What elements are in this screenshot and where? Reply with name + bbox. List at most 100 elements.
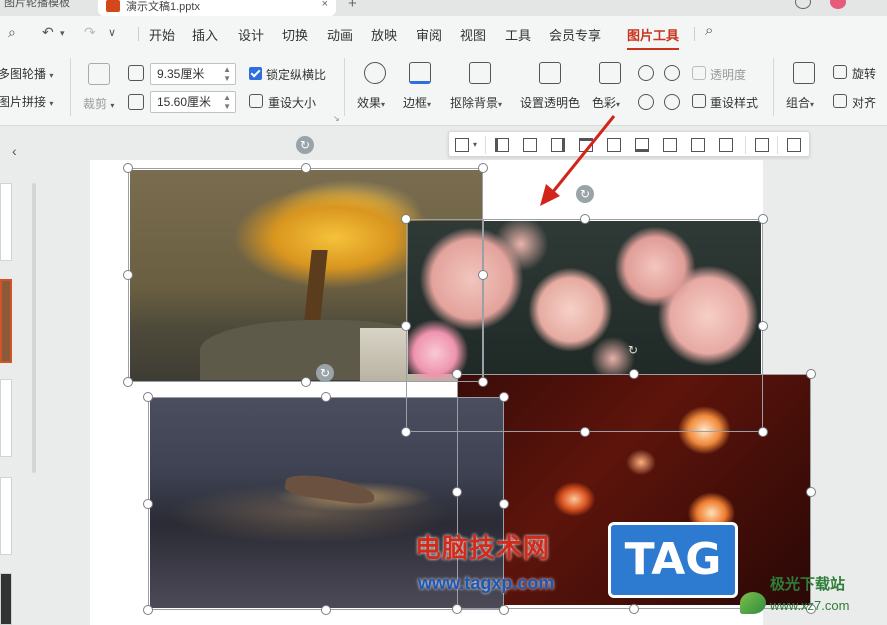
multi-puzzle-button[interactable]: 图片拼接 ▾ <box>0 93 53 110</box>
menu-view[interactable]: 视图 <box>460 25 486 44</box>
width-icon <box>128 65 144 81</box>
resize-handle[interactable] <box>143 605 153 615</box>
tab-document[interactable]: 演示文稿1.pptx × <box>98 0 336 16</box>
collapse-panel-icon[interactable]: ‹ <box>12 143 17 159</box>
resize-handle[interactable] <box>321 392 331 402</box>
resize-handle[interactable] <box>452 486 462 497</box>
redo-icon[interactable]: ↷ <box>84 24 96 41</box>
resize-handle[interactable] <box>478 270 488 280</box>
search-icon[interactable]: ⌕ <box>705 22 713 39</box>
crop-button[interactable]: 裁剪 ▾ <box>83 95 114 112</box>
close-icon[interactable]: × <box>322 0 328 10</box>
slide-thumbnail[interactable] <box>0 477 12 555</box>
align-bottom-icon[interactable] <box>635 138 649 152</box>
align-button[interactable]: 对齐 <box>852 94 876 111</box>
avatar[interactable] <box>830 0 846 9</box>
reset-style-button[interactable]: 重设样式 <box>710 94 758 111</box>
more-arrange-icon[interactable] <box>787 138 801 152</box>
transparency-button[interactable]: 透明度 <box>710 66 746 83</box>
effects-button[interactable]: 效果▾ <box>357 94 385 111</box>
rotate-handle-icon[interactable]: ↻ <box>624 341 642 359</box>
menu-slideshow[interactable]: 放映 <box>371 25 397 44</box>
height-field[interactable]: 15.60厘米 ▲ ▼ <box>150 91 236 113</box>
print-preview-icon[interactable]: ⌕ <box>8 24 16 41</box>
width-field[interactable]: 9.35厘米 ▲ ▼ <box>150 63 236 85</box>
resize-handle[interactable] <box>401 427 411 437</box>
resize-handle[interactable] <box>579 214 590 224</box>
set-transparent-button[interactable]: 设置透明色 <box>520 94 580 111</box>
thumbnail-scrollbar[interactable] <box>32 183 36 473</box>
rotate-handle-icon[interactable]: ↻ <box>296 136 314 154</box>
select-dropdown-icon[interactable]: ▾ <box>473 140 477 149</box>
menu-member[interactable]: 会员专享 <box>549 25 601 44</box>
reset-size-button[interactable]: 重设大小 <box>268 94 316 111</box>
width-stepper[interactable]: ▲ ▼ <box>223 65 231 83</box>
resize-handle[interactable] <box>452 604 462 614</box>
resize-handle[interactable] <box>758 320 768 331</box>
resize-handle[interactable] <box>401 320 411 331</box>
menu-picture-tools[interactable]: 图片工具 <box>627 25 680 50</box>
cloud-icon[interactable] <box>795 0 811 9</box>
menu-transition[interactable]: 切换 <box>282 25 308 44</box>
rotate-handle-icon[interactable]: ↻ <box>316 364 334 382</box>
resize-handle[interactable] <box>123 270 133 280</box>
resize-handle[interactable] <box>758 427 768 437</box>
distribute-horizontal-icon[interactable] <box>663 138 677 152</box>
resize-handle[interactable] <box>758 214 768 224</box>
resize-handle[interactable] <box>143 498 153 509</box>
distribute-spacing-icon[interactable] <box>719 138 733 152</box>
resize-handle[interactable] <box>478 163 488 173</box>
more-icon[interactable]: ∨ <box>108 26 116 39</box>
resize-handle[interactable] <box>321 605 331 615</box>
contrast-up-icon[interactable] <box>638 94 654 110</box>
group-button[interactable]: 组合▾ <box>786 94 814 111</box>
lock-ratio-checkbox[interactable] <box>249 67 262 80</box>
brightness-up-icon[interactable] <box>638 65 654 81</box>
resize-handle[interactable] <box>123 377 133 387</box>
menu-tools[interactable]: 工具 <box>505 25 531 44</box>
menu-divider <box>138 27 139 41</box>
align-center-icon[interactable] <box>523 138 537 152</box>
menu-design[interactable]: 设计 <box>238 25 264 44</box>
height-stepper[interactable]: ▲ ▼ <box>223 93 231 111</box>
undo-dropdown-icon[interactable]: ▾ <box>60 28 65 39</box>
resize-handle[interactable] <box>478 377 488 387</box>
dialog-launcher-icon[interactable]: ↘ <box>333 114 340 123</box>
slide-thumbnail[interactable] <box>0 573 12 625</box>
remove-bg-button[interactable]: 抠除背景▾ <box>450 94 502 111</box>
distribute-vertical-icon[interactable] <box>691 138 705 152</box>
resize-handle[interactable] <box>499 498 509 509</box>
resize-handle[interactable] <box>452 369 462 379</box>
border-button[interactable]: 边框▾ <box>403 94 431 111</box>
menu-insert[interactable]: 插入 <box>192 25 218 44</box>
resize-handle[interactable] <box>629 604 639 614</box>
resize-handle[interactable] <box>806 486 816 497</box>
menu-animation[interactable]: 动画 <box>327 25 353 44</box>
menu-home[interactable]: 开始 <box>149 25 175 44</box>
resize-handle[interactable] <box>300 377 311 387</box>
brightness-down-icon[interactable] <box>664 65 680 81</box>
resize-handle[interactable] <box>629 369 639 379</box>
new-tab-icon[interactable]: + <box>348 0 357 12</box>
color-button[interactable]: 色彩▾ <box>592 94 620 111</box>
multi-carousel-button[interactable]: 多图轮播 ▾ <box>0 65 53 82</box>
select-icon[interactable] <box>455 138 469 152</box>
menu-review[interactable]: 审阅 <box>416 25 442 44</box>
slide-thumbnail[interactable] <box>0 183 12 261</box>
resize-handle[interactable] <box>499 392 509 402</box>
undo-icon[interactable]: ↶ <box>42 24 54 41</box>
resize-handle[interactable] <box>579 427 590 437</box>
rotate-button[interactable]: 旋转 <box>852 65 876 82</box>
resize-handle[interactable] <box>499 605 509 615</box>
group-objects-icon[interactable] <box>755 138 769 152</box>
resize-handle[interactable] <box>123 163 133 173</box>
align-left-icon[interactable] <box>495 138 509 152</box>
slide-thumbnail-selected[interactable] <box>0 279 12 363</box>
contrast-down-icon[interactable] <box>664 94 680 110</box>
resize-handle[interactable] <box>401 214 411 224</box>
resize-handle[interactable] <box>143 392 153 402</box>
slide-thumbnail[interactable] <box>0 379 12 457</box>
resize-handle[interactable] <box>300 163 311 173</box>
tab-template[interactable]: 图片轮播模板 <box>0 0 92 14</box>
resize-handle[interactable] <box>806 369 816 379</box>
